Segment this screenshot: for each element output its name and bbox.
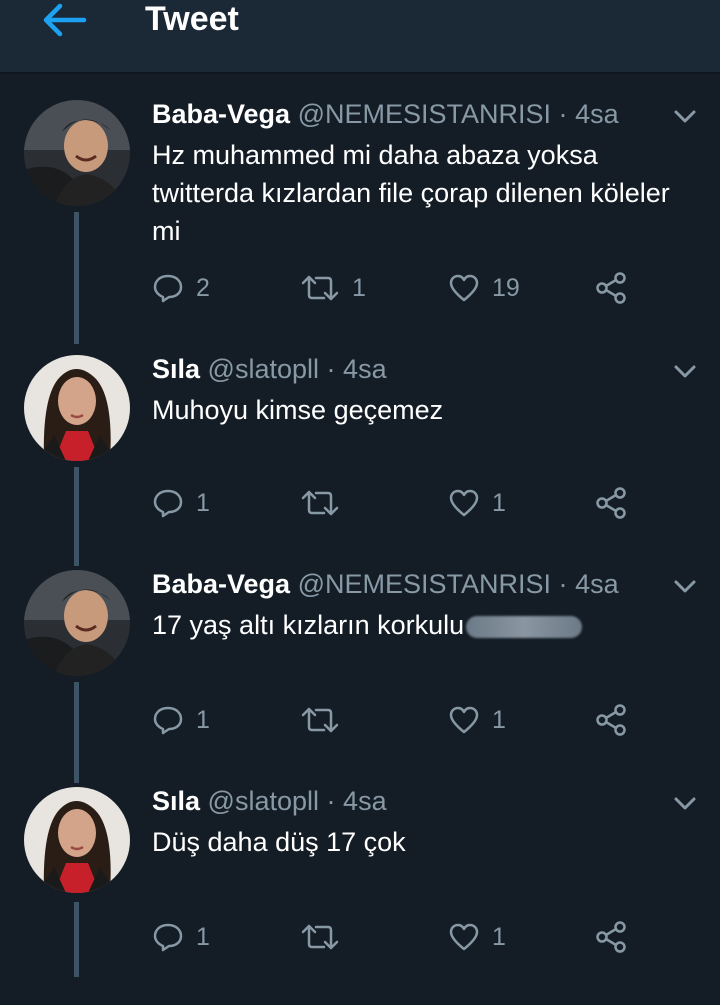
tweet-actions: 1 1	[152, 700, 652, 740]
tweet-actions: 2 1 19	[152, 268, 652, 308]
reply-count: 2	[196, 273, 210, 302]
retweet-icon	[301, 275, 339, 301]
chevron-down-icon	[674, 797, 696, 810]
redacted-text	[465, 615, 582, 638]
tweet-author-line: Sıla @slatopll · 4sa	[152, 353, 387, 385]
reply-count: 1	[196, 488, 210, 517]
retweet-button[interactable]	[300, 917, 352, 957]
avatar[interactable]	[24, 100, 130, 206]
tweet-author-line: Baba-Vega @NEMESISTANRISI · 4sa	[152, 568, 619, 600]
avatar[interactable]	[24, 570, 130, 676]
display-name[interactable]: Sıla	[152, 354, 200, 384]
reply-icon	[153, 923, 183, 952]
timestamp[interactable]: 4sa	[575, 99, 619, 129]
tweet-menu-button[interactable]	[670, 104, 700, 128]
tweet-text: Düş daha düş 17 çok	[152, 827, 406, 857]
reply-icon	[153, 706, 183, 735]
retweet-button[interactable]: 1	[300, 268, 366, 308]
share-icon	[596, 921, 626, 953]
share-button[interactable]	[594, 917, 628, 957]
separator: ·	[558, 99, 568, 129]
tweet-actions: 1 1	[152, 483, 652, 523]
avatar[interactable]	[24, 787, 130, 893]
tweet-actions: 1 1	[152, 917, 652, 957]
tweet-menu-button[interactable]	[670, 574, 700, 598]
chevron-down-icon	[674, 580, 696, 593]
reply-count: 1	[196, 705, 210, 734]
share-icon	[596, 272, 626, 304]
tweet[interactable]: Baba-Vega @NEMESISTANRISI · 4sa 17 yaş a…	[0, 568, 720, 788]
share-button[interactable]	[594, 700, 628, 740]
chevron-down-icon	[674, 110, 696, 123]
app-header: Tweet	[0, 0, 720, 74]
user-handle[interactable]: @NEMESISTANRISI	[298, 99, 551, 129]
tweet-text: Muhoyu kimse geçemez	[152, 395, 444, 425]
tweet-author-line: Sıla @slatopll · 4sa	[152, 785, 387, 817]
back-button[interactable]	[38, 0, 90, 40]
tweet[interactable]: Baba-Vega @NEMESISTANRISI · 4sa Hz muham…	[0, 98, 720, 318]
user-handle[interactable]: @slatopll	[208, 786, 319, 816]
display-name[interactable]: Baba-Vega	[152, 569, 290, 599]
like-count: 1	[492, 488, 506, 517]
retweet-count: 1	[352, 273, 366, 302]
reply-button[interactable]: 1	[152, 483, 210, 523]
share-button[interactable]	[594, 483, 628, 523]
chevron-down-icon	[674, 365, 696, 378]
user-handle[interactable]: @slatopll	[208, 354, 319, 384]
user-handle[interactable]: @NEMESISTANRISI	[298, 569, 551, 599]
back-arrow-icon	[43, 3, 87, 37]
like-count: 1	[492, 705, 506, 734]
display-name[interactable]: Baba-Vega	[152, 99, 290, 129]
avatar[interactable]	[24, 355, 130, 461]
reply-icon	[153, 489, 183, 518]
like-count: 19	[492, 273, 520, 302]
like-icon	[449, 706, 479, 734]
like-button[interactable]: 1	[448, 483, 506, 523]
reply-button[interactable]: 1	[152, 917, 210, 957]
retweet-button[interactable]	[300, 483, 352, 523]
tweet-menu-button[interactable]	[670, 791, 700, 815]
like-icon	[449, 489, 479, 517]
share-icon	[596, 704, 626, 736]
display-name[interactable]: Sıla	[152, 786, 200, 816]
like-button[interactable]: 1	[448, 700, 506, 740]
separator: ·	[558, 569, 568, 599]
tweet[interactable]: Sıla @slatopll · 4sa Muhoyu kimse geçeme…	[0, 353, 720, 573]
timestamp[interactable]: 4sa	[343, 354, 387, 384]
separator: ·	[326, 354, 336, 384]
like-count: 1	[492, 922, 506, 951]
like-button[interactable]: 19	[448, 268, 520, 308]
reply-button[interactable]: 2	[152, 268, 210, 308]
tweet-text: 17 yaş altı kızların korkulu	[152, 610, 465, 640]
retweet-icon	[301, 490, 339, 516]
page-title: Tweet	[145, 0, 239, 38]
reply-count: 1	[196, 922, 210, 951]
timestamp[interactable]: 4sa	[575, 569, 619, 599]
like-icon	[449, 923, 479, 951]
separator: ·	[326, 786, 336, 816]
share-button[interactable]	[594, 268, 628, 308]
timestamp[interactable]: 4sa	[343, 786, 387, 816]
tweet-menu-button[interactable]	[670, 359, 700, 383]
retweet-button[interactable]	[300, 700, 352, 740]
tweet-author-line: Baba-Vega @NEMESISTANRISI · 4sa	[152, 98, 619, 130]
tweet-text: Hz muhammed mi daha abaza yoksa twitterd…	[152, 140, 670, 246]
like-icon	[449, 274, 479, 302]
share-icon	[596, 487, 626, 519]
reply-button[interactable]: 1	[152, 700, 210, 740]
reply-icon	[153, 274, 183, 303]
tweet[interactable]: Sıla @slatopll · 4sa Düş daha düş 17 çok…	[0, 785, 720, 1005]
retweet-icon	[301, 924, 339, 950]
tweet-text-container: 17 yaş altı kızların korkulu	[152, 606, 672, 644]
retweet-icon	[301, 707, 339, 733]
like-button[interactable]: 1	[448, 917, 506, 957]
